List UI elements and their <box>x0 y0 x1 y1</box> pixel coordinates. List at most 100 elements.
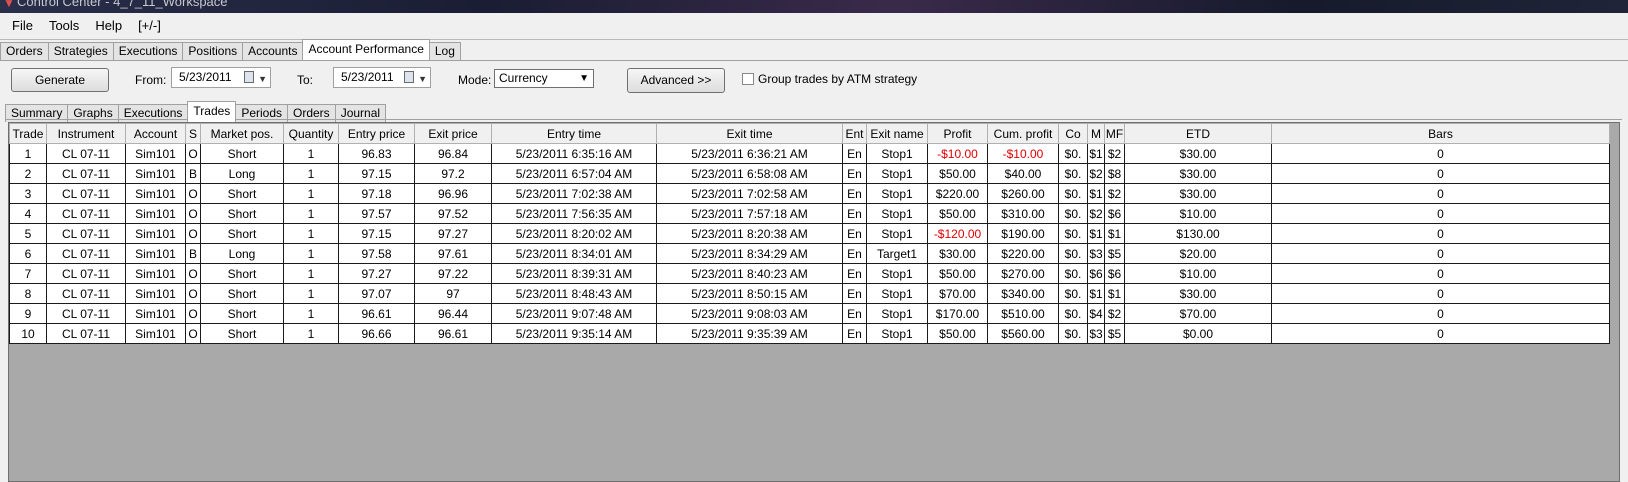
table-cell: $1 <box>1104 223 1125 244</box>
column-header[interactable]: M <box>1087 123 1105 144</box>
column-header[interactable]: Market pos. <box>200 123 284 144</box>
column-header[interactable]: Quantity <box>283 123 339 144</box>
group-trades-checkbox[interactable] <box>742 73 754 85</box>
table-row[interactable]: 6 CL 07-11 Sim101 B Long 1 97.58 97.61 5/23/2011… <box>9 243 1610 264</box>
column-header[interactable]: Trade <box>9 123 47 144</box>
table-cell: 0 <box>1271 203 1610 224</box>
column-header[interactable]: ETD <box>1124 123 1272 144</box>
table-cell: $510.00 <box>987 303 1059 324</box>
table-row[interactable]: 4 CL 07-11 Sim101 O Short 1 97.57 97.52 5/23/201… <box>9 203 1610 224</box>
calendar-icon[interactable] <box>244 71 254 83</box>
report-tab-divider <box>5 119 1622 120</box>
generate-button[interactable]: Generate <box>11 68 109 92</box>
from-date-picker[interactable]: 5/23/2011 ▼ <box>171 67 271 88</box>
table-cell: 97.15 <box>338 223 415 244</box>
table-cell: O <box>185 323 201 344</box>
tab-accounts[interactable]: Accounts <box>242 42 304 60</box>
table-cell: 5/23/2011 7:56:35 AM <box>491 203 657 224</box>
table-cell: Stop1 <box>866 163 928 184</box>
column-header[interactable]: Profit <box>927 123 988 144</box>
to-date-picker[interactable]: 5/23/2011 ▼ <box>333 67 431 88</box>
tab-orders[interactable]: Orders <box>0 42 49 60</box>
trades-table: Trade Instrument Account S Market pos. Quanti… <box>9 123 1610 344</box>
column-header[interactable]: Instrument <box>46 123 126 144</box>
column-header[interactable]: Entry price <box>338 123 415 144</box>
column-header[interactable]: Exit name <box>866 123 928 144</box>
table-cell: $50.00 <box>927 263 988 284</box>
column-header[interactable]: Exit price <box>414 123 492 144</box>
menu-help[interactable]: Help <box>87 14 130 38</box>
table-cell: 1 <box>283 143 339 164</box>
table-cell: Sim101 <box>125 183 186 204</box>
tab-strategies[interactable]: Strategies <box>47 42 114 60</box>
table-cell: $0. <box>1058 143 1088 164</box>
column-header[interactable]: Ent <box>842 123 867 144</box>
table-row[interactable]: 8 CL 07-11 Sim101 O Short 1 97.07 97 5/23/2011 8… <box>9 283 1610 304</box>
mode-label: Mode: <box>458 73 492 87</box>
mode-select-value: Currency <box>499 71 548 85</box>
table-cell: 97.27 <box>414 223 492 244</box>
table-cell: 5/23/2011 8:50:15 AM <box>656 283 843 304</box>
table-cell: -$120.00 <box>927 223 988 244</box>
menu-toggle[interactable]: [+/-] <box>130 14 169 38</box>
table-cell: $0. <box>1058 303 1088 324</box>
table-cell: $0. <box>1058 263 1088 284</box>
from-label: From: <box>135 73 167 87</box>
column-header[interactable]: MF <box>1104 123 1125 144</box>
table-cell: $10.00 <box>1124 203 1272 224</box>
menu-tools[interactable]: Tools <box>41 14 87 38</box>
report-tab-trades[interactable]: Trades <box>187 101 237 122</box>
table-cell: 5/23/2011 6:36:21 AM <box>656 143 843 164</box>
table-cell: 0 <box>1271 303 1610 324</box>
table-cell: $50.00 <box>927 323 988 344</box>
table-row[interactable]: 10 CL 07-11 Sim101 O Short 1 96.66 96.61 5/23/20… <box>9 323 1610 344</box>
table-cell: 97.15 <box>338 163 415 184</box>
table-cell: CL 07-11 <box>46 223 126 244</box>
menu-bar: File Tools Help [+/-] <box>0 13 1628 40</box>
table-cell: O <box>185 223 201 244</box>
chevron-down-icon[interactable]: ▼ <box>418 70 427 89</box>
column-header[interactable]: Exit time <box>656 123 843 144</box>
tab-account-performance[interactable]: Account Performance <box>302 39 430 60</box>
table-row[interactable]: 9 CL 07-11 Sim101 O Short 1 96.61 96.44 5/23/201… <box>9 303 1610 324</box>
table-cell: 97.27 <box>338 263 415 284</box>
advanced-button[interactable]: Advanced >> <box>627 68 725 93</box>
table-cell: $0. <box>1058 183 1088 204</box>
column-header[interactable]: Entry time <box>491 123 657 144</box>
table-cell: 0 <box>1271 283 1610 304</box>
app-logo-icon: ▼ <box>3 0 15 10</box>
table-cell: O <box>185 203 201 224</box>
table-row[interactable]: 1 CL 07-11 Sim101 O Short 1 96.83 96.84 5/23/201… <box>9 143 1610 164</box>
table-cell: 97.22 <box>414 263 492 284</box>
table-cell: $5 <box>1104 243 1125 264</box>
chevron-down-icon[interactable]: ▼ <box>258 70 267 89</box>
column-header[interactable]: Account <box>125 123 186 144</box>
column-header[interactable]: S <box>185 123 201 144</box>
table-row[interactable]: 7 CL 07-11 Sim101 O Short 1 97.27 97.22 5/23/201… <box>9 263 1610 284</box>
column-header[interactable]: Co <box>1058 123 1088 144</box>
table-cell: $190.00 <box>987 223 1059 244</box>
performance-toolbar: Generate From: 5/23/2011 ▼ To: 5/23/2011… <box>0 61 1628 100</box>
table-cell: En <box>842 143 867 164</box>
table-cell: 5/23/2011 8:39:31 AM <box>491 263 657 284</box>
tab-log[interactable]: Log <box>428 42 461 60</box>
column-header[interactable]: Cum. profit <box>987 123 1059 144</box>
table-row[interactable]: 5 CL 07-11 Sim101 O Short 1 97.15 97.27 5/23/201… <box>9 223 1610 244</box>
table-cell: $6 <box>1104 263 1125 284</box>
table-cell: 96.61 <box>338 303 415 324</box>
calendar-icon[interactable] <box>404 71 414 83</box>
table-row[interactable]: 2 CL 07-11 Sim101 B Long 1 97.15 97.2 5/23/2011 … <box>9 163 1610 184</box>
menu-file[interactable]: File <box>4 14 41 38</box>
mode-select[interactable]: Currency ▼ <box>494 69 594 88</box>
table-cell: 10 <box>9 323 47 344</box>
tab-positions[interactable]: Positions <box>182 42 244 60</box>
table-cell: Short <box>200 143 284 164</box>
table-cell: 5/23/2011 9:07:48 AM <box>491 303 657 324</box>
table-cell: Stop1 <box>866 143 928 164</box>
table-cell: 97.52 <box>414 203 492 224</box>
column-header[interactable]: Bars <box>1271 123 1610 144</box>
table-cell: Stop1 <box>866 283 928 304</box>
tab-executions[interactable]: Executions <box>112 42 184 60</box>
table-cell: Short <box>200 203 284 224</box>
table-row[interactable]: 3 CL 07-11 Sim101 O Short 1 97.18 96.96 5/23/201… <box>9 183 1610 204</box>
